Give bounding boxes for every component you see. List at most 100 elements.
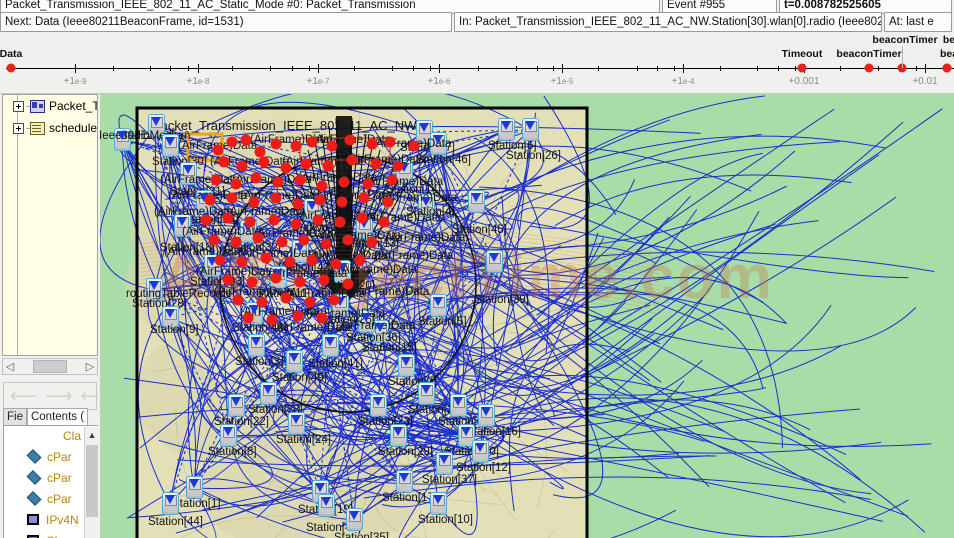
direction-arrow-icon — [461, 427, 471, 436]
direction-arrow-icon — [361, 313, 371, 322]
vscroll-thumb[interactable] — [86, 445, 98, 517]
inspector-tab-0[interactable]: Fie — [3, 408, 27, 426]
inspector-tabs[interactable]: Fie Contents ( — [3, 408, 100, 426]
inspector-tab-1[interactable]: Contents ( — [26, 408, 89, 426]
event-marker — [366, 138, 378, 150]
event-marker — [250, 172, 262, 184]
event-marker — [270, 192, 282, 204]
timeline-tick — [537, 66, 538, 71]
event-marker — [322, 160, 334, 172]
direction-arrow-icon — [501, 121, 511, 130]
timeline-tick-label: +1e-4 — [671, 76, 695, 87]
at-field: At: last e — [884, 12, 952, 32]
direction-arrow-icon — [433, 135, 443, 144]
timeline-message-dot[interactable] — [6, 63, 16, 73]
event-marker — [370, 158, 382, 170]
timeline-message-label: be — [942, 34, 954, 46]
direction-arrow-icon — [349, 511, 359, 520]
event-marker — [384, 136, 396, 148]
compound-module-icon — [30, 99, 45, 113]
event-marker — [256, 296, 268, 308]
contents-vscrollbar[interactable]: ▲ — [84, 427, 98, 538]
direction-arrow-icon — [165, 309, 175, 318]
diamond-icon — [26, 491, 42, 506]
navigation-toolbar[interactable]: ⟵ ⟶ ⟷ — [3, 382, 108, 410]
tree-item-label: Packet_T — [49, 99, 97, 113]
direction-arrow-icon — [117, 131, 127, 140]
expand-plus-icon[interactable] — [13, 122, 24, 134]
timeline-tick — [188, 66, 189, 71]
event-marker — [222, 212, 234, 224]
timeline-message-dot[interactable] — [797, 63, 807, 73]
back-arrow-icon[interactable]: ⟵ — [10, 387, 37, 406]
event-marker — [226, 136, 238, 148]
connection-arc — [554, 174, 852, 227]
direction-arrow-icon — [419, 123, 429, 132]
direction-arrow-icon — [321, 497, 331, 506]
event-marker — [328, 294, 340, 306]
timeline-tick — [674, 66, 675, 71]
object-tree[interactable]: Packet_T schedule — [2, 94, 98, 356]
event-marker — [230, 178, 242, 190]
timeline-message-label: Data — [0, 48, 23, 60]
contents-row-label: cPar — [47, 491, 72, 506]
timeline-message-dot[interactable] — [864, 63, 874, 73]
contents-list-panel[interactable]: Cla cParcParcParIPv4NChan ▲ — [3, 425, 100, 538]
scroll-right-icon[interactable]: ▷ — [83, 359, 97, 374]
timeline-tick — [354, 66, 355, 71]
direction-arrow-icon — [525, 121, 535, 130]
timeline-message-dot[interactable] — [942, 63, 952, 73]
event-marker — [232, 294, 244, 306]
timeline-tick — [75, 64, 76, 73]
event-marker — [316, 180, 328, 192]
timeline-tick — [598, 66, 599, 71]
event-marker — [306, 136, 318, 148]
event-marker — [252, 232, 264, 244]
diamond-icon — [26, 470, 42, 485]
tree-item[interactable]: Packet_T — [3, 95, 97, 117]
event-marker — [342, 234, 354, 246]
event-marker — [210, 174, 222, 186]
timeline-tick — [318, 64, 319, 73]
timeline-tick — [795, 66, 796, 71]
timeline-tick — [683, 64, 684, 73]
event-marker — [222, 274, 234, 286]
scroll-up-icon[interactable]: ▲ — [85, 427, 99, 442]
event-marker — [382, 196, 394, 208]
event-marker — [298, 234, 310, 246]
object-tree-hscrollbar[interactable]: ◁ ▷ — [2, 358, 98, 375]
direction-arrow-icon — [151, 117, 161, 126]
direction-arrow-icon — [251, 337, 261, 346]
direction-arrow-icon — [315, 483, 325, 492]
direction-arrow-icon — [183, 165, 193, 174]
timeline-panel[interactable]: +1e-9 +1e-8 +1e-7 +1e-6 +1e-5 +1e-4 +0.001 +0.0… — [0, 32, 954, 94]
event-marker — [272, 176, 284, 188]
expand-plus-icon[interactable] — [13, 100, 24, 112]
timeline-leader-line — [902, 46, 903, 68]
event-marker — [226, 192, 238, 204]
timeline-tick — [916, 66, 917, 71]
event-marker — [236, 160, 248, 172]
hscroll-thumb[interactable] — [33, 360, 67, 373]
timeline-tick — [516, 66, 517, 71]
status-bar-bottom: Next: Data (Ieee80211BeaconFrame, id=153… — [0, 12, 954, 32]
timeline-tick — [637, 66, 638, 71]
direction-arrow-icon — [475, 443, 485, 452]
diamond-icon — [26, 449, 42, 464]
direction-arrow-icon — [325, 337, 335, 346]
network-canvas-panel[interactable]: AllProjectTime.com Packet_Transmission_I… — [100, 94, 954, 538]
timeline-message-label: beaconTimer — [836, 48, 902, 60]
contents-row-label: Chan — [46, 534, 75, 538]
forward-arrow-icon[interactable]: ⟶ — [45, 387, 72, 406]
direction-arrow-icon — [471, 193, 481, 202]
next-event-field: Next: Data (Ieee80211BeaconFrame, id=153… — [0, 12, 452, 32]
event-marker — [344, 134, 356, 146]
tree-item[interactable]: schedule — [3, 117, 97, 139]
timeline-tick — [198, 64, 199, 73]
direction-arrow-icon — [421, 385, 431, 394]
event-marker — [294, 174, 306, 186]
timeline-tick — [430, 66, 431, 71]
scroll-left-icon[interactable]: ◁ — [3, 359, 17, 374]
direction-arrow-icon — [421, 197, 431, 206]
direction-arrow-icon — [189, 479, 199, 488]
